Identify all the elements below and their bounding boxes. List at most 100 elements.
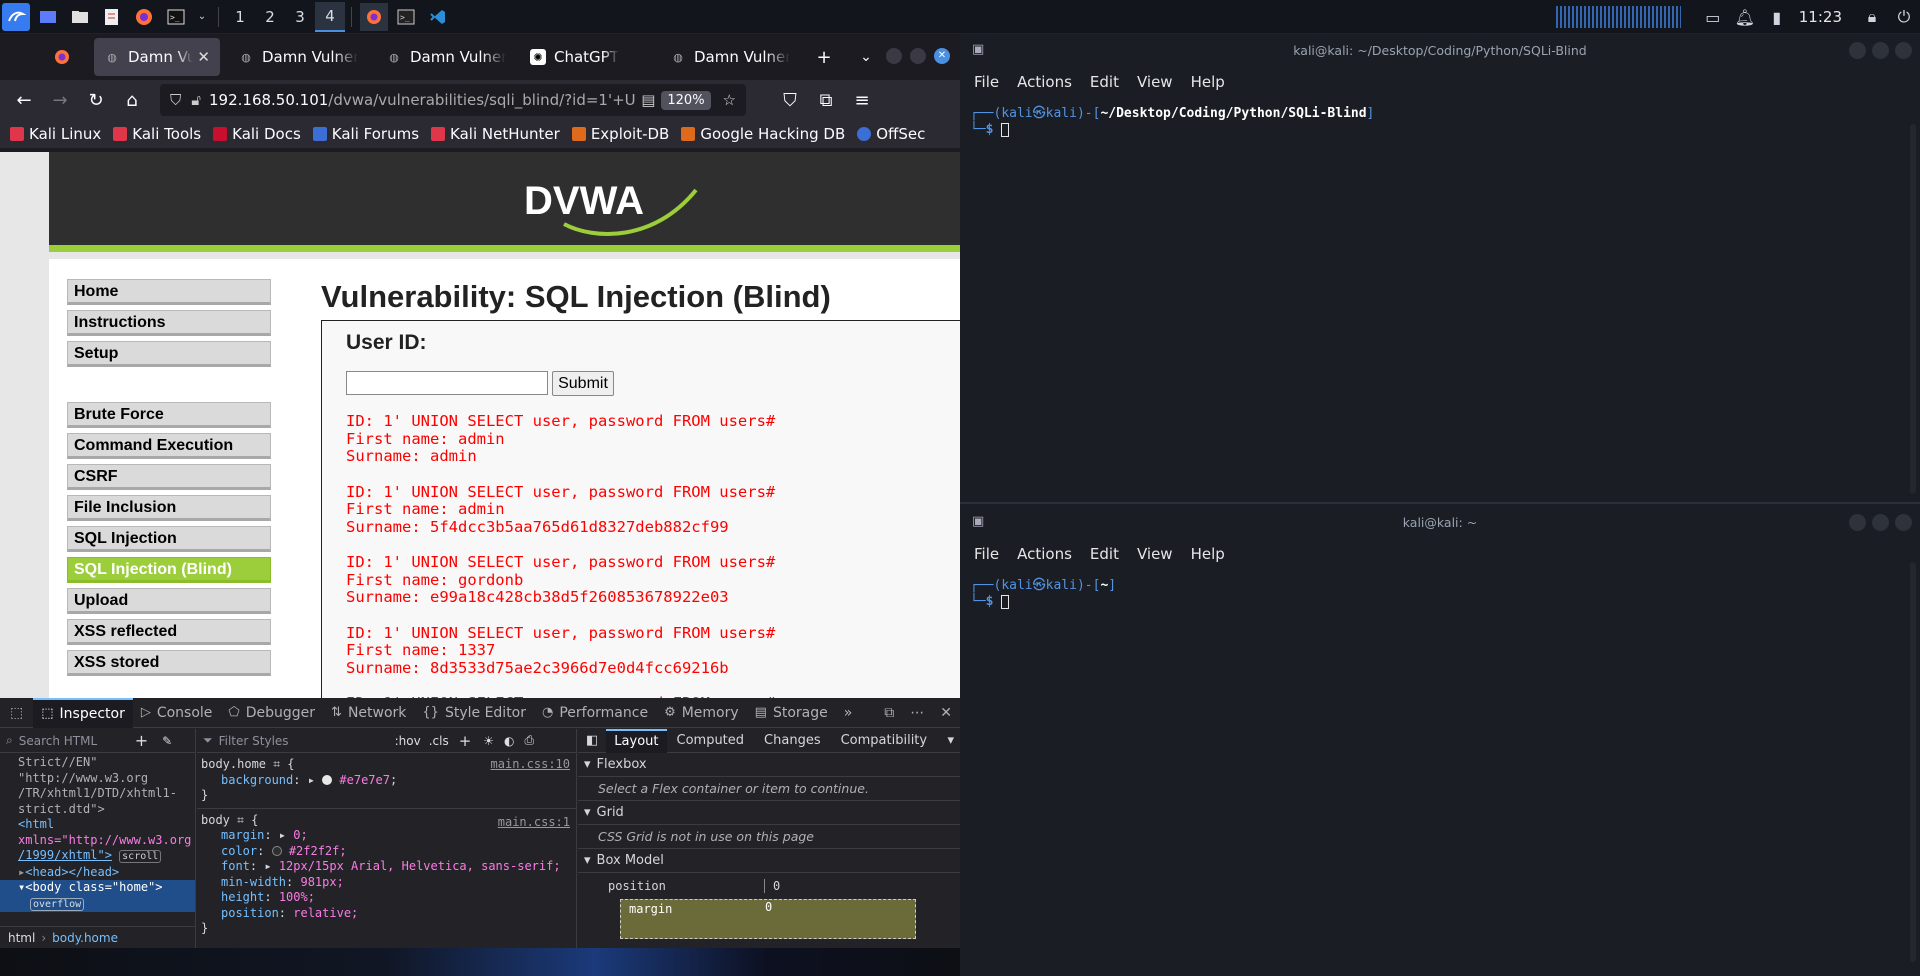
tab-dvwa-4[interactable]: ◍ Damn Vulnerable — [660, 38, 800, 76]
bookmark-exploit-db[interactable]: Exploit-DB — [571, 125, 669, 143]
bookmark-kali-tools[interactable]: Kali Tools — [113, 125, 201, 143]
more-tabs-chevron-icon[interactable]: » — [836, 698, 861, 728]
tab-storage[interactable]: ▤ Storage — [747, 698, 836, 728]
scroll-badge[interactable]: scroll — [119, 850, 162, 863]
print-media-icon[interactable]: ⎙ — [525, 733, 535, 748]
file-manager-icon[interactable] — [66, 3, 94, 31]
pocket-icon[interactable]: ⛉ — [772, 84, 808, 116]
menu-view[interactable]: View — [1137, 545, 1173, 563]
head-node[interactable]: ▸<head></head> — [0, 865, 195, 881]
notification-bell-icon[interactable]: 🔔︎ — [1731, 3, 1759, 31]
taskbar-terminal-icon[interactable]: >_ — [392, 3, 420, 31]
close-window-icon[interactable] — [1895, 514, 1912, 531]
breadcrumb-body-home[interactable]: body.home — [52, 931, 118, 945]
reload-icon[interactable]: ↻ — [78, 84, 114, 116]
tab-inspector[interactable]: ⬚ Inspector — [33, 697, 133, 728]
box-model-section-header[interactable]: ▾ Box Model — [578, 849, 960, 873]
taskbar-firefox-icon[interactable] — [360, 2, 388, 31]
minimize-window-icon[interactable] — [886, 48, 902, 64]
filter-styles-input[interactable]: Filter Styles — [219, 734, 395, 748]
tab-computed[interactable]: Computed — [667, 733, 755, 748]
new-tab-icon[interactable]: + — [806, 41, 842, 73]
menu-actions[interactable]: Actions — [1017, 545, 1072, 563]
tab-changes[interactable]: Changes — [754, 733, 831, 748]
menu-setup[interactable]: Setup — [67, 341, 271, 367]
minimize-window-icon[interactable] — [1849, 42, 1866, 59]
add-rule-icon[interactable]: + — [459, 732, 472, 750]
battery-icon[interactable]: ▮ — [1763, 3, 1791, 31]
menu-file[interactable]: File — [974, 545, 999, 563]
light-theme-icon[interactable]: ☀ — [483, 734, 494, 748]
close-tab-icon[interactable]: ✕ — [197, 48, 210, 66]
tab-console[interactable]: ▷ Console — [133, 698, 221, 728]
menu-file[interactable]: File — [974, 73, 999, 91]
url-bar[interactable]: ⛉ 🔓︎ 192.168.50.101/dvwa/vulnerabilities… — [160, 84, 746, 116]
cls-toggle[interactable]: .cls — [429, 734, 449, 748]
tab-dvwa-2[interactable]: ◍ Damn Vulnerable — [228, 38, 368, 76]
text-editor-icon[interactable] — [98, 3, 126, 31]
workspace-2[interactable]: 2 — [255, 2, 285, 32]
insecure-lock-icon[interactable]: 🔓︎ — [191, 91, 201, 109]
rule-declaration[interactable]: font: ▸ 12px/15px Arial, Helvetica, sans… — [201, 859, 576, 875]
home-icon[interactable]: ⌂ — [114, 84, 150, 116]
power-icon[interactable]: ⏻ — [1890, 3, 1918, 31]
terminal-scrollbar[interactable] — [1910, 124, 1916, 494]
hov-toggle[interactable]: :hov — [395, 734, 421, 748]
minimize-window-icon[interactable] — [1849, 514, 1866, 531]
tracking-shield-icon[interactable]: ⛉ — [170, 91, 181, 109]
tab-performance[interactable]: ◔ Performance — [534, 698, 656, 728]
menu-help[interactable]: Help — [1191, 73, 1225, 91]
menu-xss-reflected[interactable]: XSS reflected — [67, 619, 271, 645]
color-swatch-icon[interactable] — [322, 775, 333, 785]
rule-source-link[interactable]: main.css:10 — [491, 757, 570, 773]
box-margin-value[interactable]: 0 — [765, 900, 772, 914]
bookmark-kali-nethunter[interactable]: Kali NetHunter — [431, 125, 560, 143]
menu-sql-injection[interactable]: SQL Injection — [67, 526, 271, 552]
menu-xss-stored[interactable]: XSS stored — [67, 650, 271, 676]
url-text[interactable]: 192.168.50.101/dvwa/vulnerabilities/sqli… — [209, 91, 635, 109]
close-devtools-icon[interactable]: ✕ — [932, 698, 960, 728]
tab-network[interactable]: ⇅ Network — [323, 698, 414, 728]
menu-home[interactable]: Home — [67, 279, 271, 305]
grid-section-header[interactable]: ▾ Grid — [578, 801, 960, 825]
html-xmlns-attr[interactable]: xmlns="http://www.w3.org — [0, 833, 195, 849]
tab-chatgpt[interactable]: ✺ ChatGPT — [520, 38, 660, 76]
box-margin-region[interactable]: margin 0 — [620, 899, 916, 939]
kali-menu-icon[interactable] — [2, 2, 30, 31]
bookmark-kali-linux[interactable]: Kali Linux — [10, 125, 101, 143]
rule-declaration[interactable]: background: ▸ #e7e7e7; — [201, 773, 576, 789]
menu-csrf[interactable]: CSRF — [67, 464, 271, 490]
back-arrow-icon[interactable]: ← — [6, 84, 42, 116]
show-desktop-icon[interactable] — [34, 3, 62, 31]
menu-view[interactable]: View — [1137, 73, 1173, 91]
reader-view-icon[interactable]: ▤ — [641, 91, 655, 109]
terminal-scrollbar[interactable] — [1910, 562, 1916, 962]
bookmark-google-hacking-db[interactable]: Google Hacking DB — [681, 125, 845, 143]
workspace-3[interactable]: 3 — [285, 2, 315, 32]
maximize-window-icon[interactable] — [1872, 42, 1889, 59]
display-icon[interactable]: ▭ — [1699, 3, 1727, 31]
hamburger-menu-icon[interactable]: ≡ — [844, 84, 880, 116]
tab-debugger[interactable]: ⬠ Debugger — [220, 698, 323, 728]
workspace-4[interactable]: 4 — [315, 1, 345, 32]
tab-dvwa-3[interactable]: ◍ Damn Vulnerable — [376, 38, 516, 76]
flexbox-section-header[interactable]: ▾ Flexbox — [578, 753, 960, 777]
dock-toggle-icon[interactable]: ⧉ — [876, 698, 902, 728]
rule-declaration[interactable]: height: 100%; — [201, 890, 576, 906]
maximize-window-icon[interactable] — [1872, 514, 1889, 531]
submit-button[interactable]: Submit — [552, 371, 614, 396]
rule-declaration[interactable]: position: relative; — [201, 906, 576, 922]
rule-source-link[interactable]: main.css:1 — [498, 815, 570, 831]
menu-edit[interactable]: Edit — [1090, 73, 1119, 91]
xmlns-link[interactable]: /1999/xhtml"> — [18, 848, 112, 862]
html-xmlns-attr-end[interactable]: /1999/xhtml"> scroll — [0, 848, 195, 865]
terminal-launcher-icon[interactable]: >_ — [162, 3, 190, 31]
menu-command-execution[interactable]: Command Execution — [67, 433, 271, 459]
maximize-window-icon[interactable] — [910, 48, 926, 64]
terminal-output[interactable]: ┌──(kali㉿kali)-[~] └─$ — [960, 570, 1920, 610]
bookmark-kali-forums[interactable]: Kali Forums — [312, 125, 419, 143]
dark-theme-icon[interactable]: ◐ — [504, 734, 514, 748]
element-picker-icon[interactable]: ⬚ — [0, 698, 33, 728]
bookmark-kali-docs[interactable]: Kali Docs — [213, 125, 301, 143]
workspace-1[interactable]: 1 — [225, 2, 255, 32]
